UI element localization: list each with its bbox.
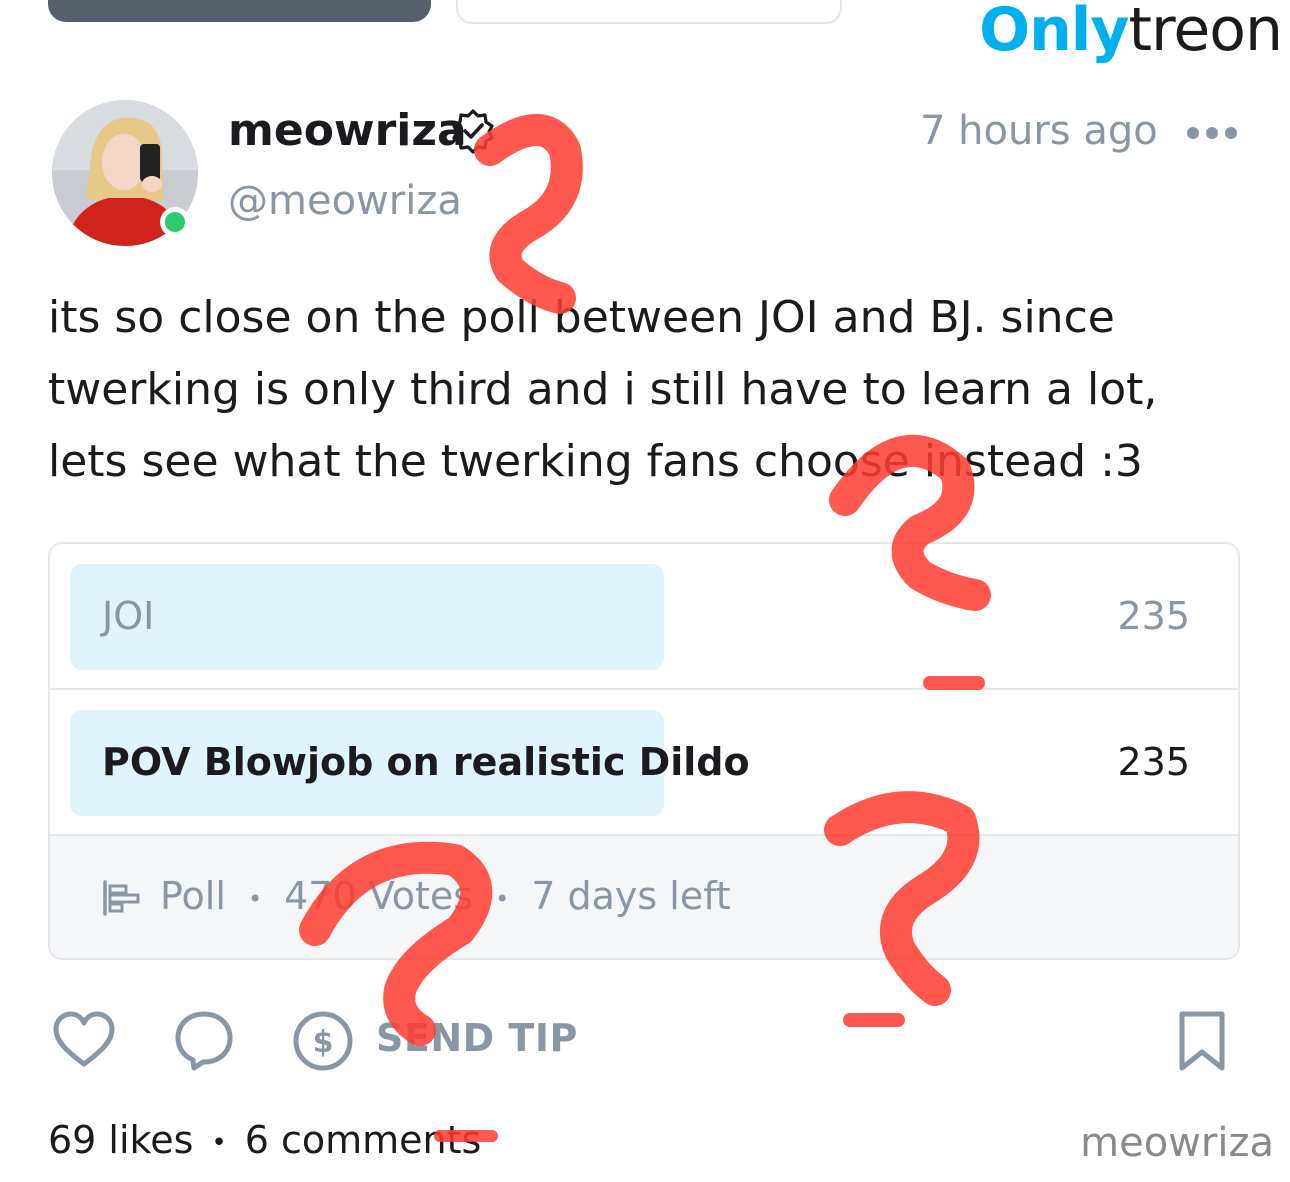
poll-option[interactable]: POV Blowjob on realistic Dildo 235: [50, 690, 1238, 836]
svg-text:$: $: [313, 1025, 334, 1060]
poll-votes: 470 Votes: [284, 874, 474, 918]
poll-time-left: 7 days left: [531, 874, 731, 918]
watermark-logo: Onlytreon: [979, 0, 1283, 65]
likes-count[interactable]: 69 likes: [48, 1118, 193, 1162]
send-tip-button[interactable]: SEND TIP: [376, 1016, 578, 1060]
poll-meta: Poll • 470 Votes • 7 days left: [160, 874, 731, 918]
heart-icon[interactable]: [52, 1010, 116, 1070]
poll-option-label: POV Blowjob on realistic Dildo: [102, 740, 750, 784]
comments-count[interactable]: 6 comments: [245, 1118, 482, 1162]
poll-option-label: JOI: [102, 594, 155, 638]
online-status-dot: [160, 207, 190, 237]
post-text: its so close on the poll between JOI and…: [48, 292, 1158, 487]
post-time: 7 hours ago: [920, 108, 1158, 154]
dollar-icon[interactable]: $: [292, 1010, 354, 1072]
poll-option[interactable]: JOI 235: [50, 544, 1238, 690]
author-handle[interactable]: @meowriza: [228, 178, 462, 224]
poll-icon: [103, 880, 140, 916]
separator-dot: •: [247, 884, 263, 913]
poll-type-label: Poll: [160, 874, 226, 918]
author-name[interactable]: meowriza: [228, 105, 467, 156]
previous-post-media[interactable]: [48, 0, 431, 22]
more-icon[interactable]: [1186, 124, 1238, 142]
poll-footer: Poll • 470 Votes • 7 days left: [50, 836, 1238, 958]
comment-icon[interactable]: [174, 1010, 234, 1072]
watermark-logo-part1: Only: [979, 0, 1129, 65]
poll-option-count: 235: [1117, 740, 1190, 784]
previous-post-box: [456, 0, 842, 24]
watermark-logo-part2: treon: [1128, 0, 1283, 65]
poll-option-count: 235: [1117, 594, 1190, 638]
post-stats: 69 likes • 6 comments: [48, 1118, 481, 1162]
separator-dot: •: [495, 884, 510, 913]
verified-icon: [452, 109, 494, 154]
poll: JOI 235 POV Blowjob on realistic Dildo 2…: [48, 542, 1240, 960]
poll-option-fill: [70, 564, 664, 670]
separator-dot: •: [211, 1127, 227, 1158]
watermark-creator: meowriza: [1080, 1120, 1274, 1166]
bookmark-icon[interactable]: [1176, 1010, 1228, 1072]
